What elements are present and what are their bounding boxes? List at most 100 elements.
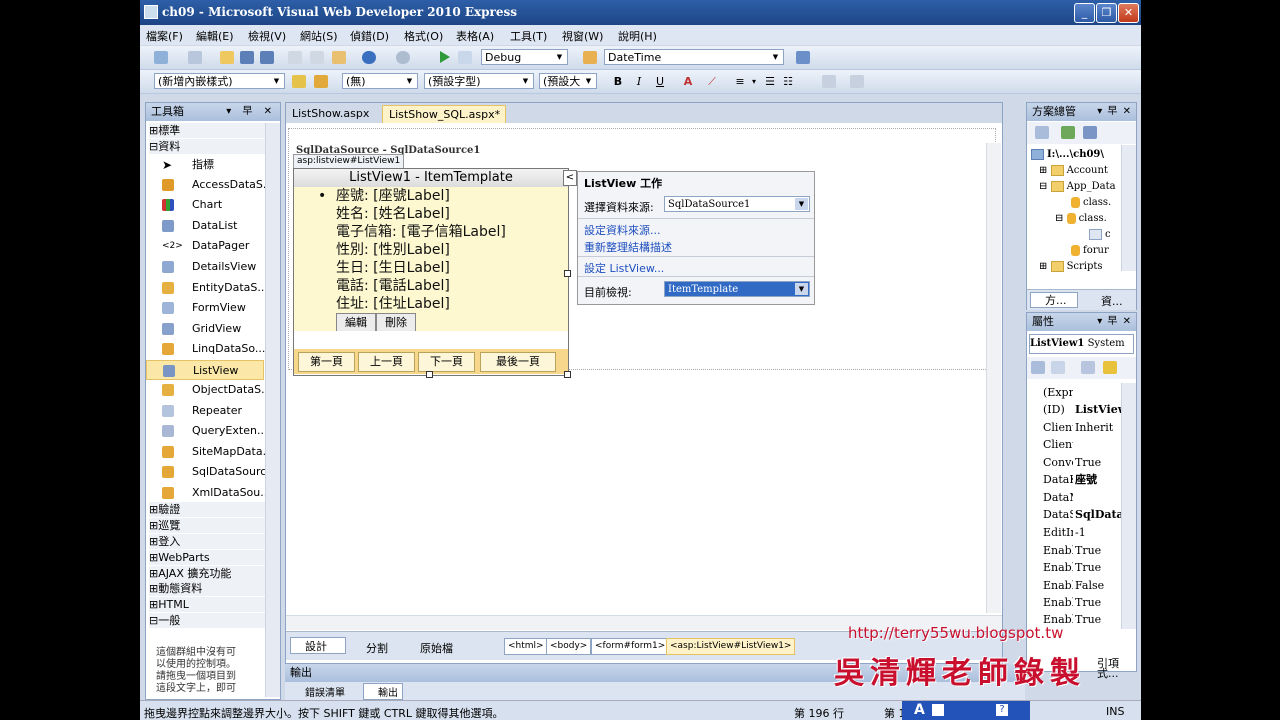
find-combo[interactable]: DateTime ▼ (604, 49, 784, 65)
toolbox-item-datapager[interactable]: <2> DataPager (146, 236, 264, 256)
start-debug-icon[interactable] (440, 51, 450, 63)
ime-help-icon[interactable]: ? (996, 704, 1008, 716)
properties-object-select[interactable]: ListView1 System (1029, 334, 1134, 354)
crumb-form[interactable]: <form#form1> (591, 638, 670, 655)
font-select[interactable]: (預設字型) ▼ (424, 73, 534, 89)
tree-scripts[interactable]: ⊞ Scripts (1039, 259, 1103, 275)
toolbox-item-detailsview[interactable]: DetailsView (146, 257, 264, 277)
properties-pin-buttons[interactable]: ▾ 早 ✕ (1097, 313, 1132, 331)
build-icon[interactable] (458, 51, 472, 64)
toolbox-item-chart[interactable]: Chart (146, 195, 264, 215)
delete-button[interactable]: 刪除 (376, 313, 416, 332)
cut-icon[interactable] (288, 51, 302, 64)
menu-debug[interactable]: 偵錯(D) (350, 28, 389, 44)
toolbox-item-accessdatasource[interactable]: AccessDataS... (146, 175, 273, 195)
prop-row-3[interactable]: Client (1043, 436, 1121, 453)
solution-config-select[interactable]: Debug ▼ (481, 49, 568, 65)
prop-row-8[interactable]: EditIn-1 (1043, 524, 1121, 541)
tree-forum[interactable]: forur (1071, 243, 1109, 259)
tab-listshow[interactable]: ListShow.aspx (286, 105, 378, 123)
resize-handle-bottom[interactable] (426, 371, 433, 378)
properties-header[interactable]: 屬性 ▾ 早 ✕ (1027, 313, 1136, 331)
tree-app-data[interactable]: ⊟ App_Data (1039, 179, 1116, 195)
toolbox-item-linqdatasource[interactable]: LinqDataSo... (146, 339, 265, 359)
menu-file[interactable]: 檔案(F) (146, 28, 183, 44)
toolbox-group-standard[interactable]: ⊞標準 (149, 123, 267, 138)
bold-button[interactable]: B (610, 74, 626, 89)
prop-row-12[interactable]: Enabl True (1043, 594, 1121, 611)
ime-toolbar[interactable]: A ? (902, 701, 1030, 720)
align-dropdown[interactable]: ▾ (746, 74, 762, 89)
menu-website[interactable]: 網站(S) (300, 28, 338, 44)
prop-row-7[interactable]: DataSSqlData (1043, 506, 1121, 523)
properties-scrollbar[interactable] (1121, 383, 1136, 629)
save-all-icon[interactable] (260, 51, 274, 64)
find-in-files-icon[interactable] (583, 51, 597, 64)
toolbox-group-webparts[interactable]: ⊞WebParts (149, 550, 267, 565)
pager-prev-button[interactable]: 上一頁 (358, 352, 415, 372)
new-project-icon[interactable] (154, 51, 168, 64)
attach-style-icon[interactable] (314, 75, 328, 88)
prop-row-11[interactable]: Enabl False (1043, 577, 1121, 594)
bullet-list-icon[interactable]: ☰ (762, 74, 778, 89)
block-format-select[interactable]: (無) ▼ (342, 73, 418, 89)
solution-pin-buttons[interactable]: ▾ 早 ✕ (1097, 103, 1132, 121)
foreground-color-icon[interactable]: A (680, 74, 696, 89)
prop-row-1[interactable]: (ID) ListView (1043, 401, 1121, 418)
ime-mode-icon[interactable]: A (914, 702, 925, 718)
events-icon[interactable] (1103, 361, 1117, 374)
split-view-tab[interactable]: 分割 (352, 640, 388, 656)
toolbox-item-formview[interactable]: FormView (146, 298, 264, 318)
toolbox-group-login[interactable]: ⊞登入 (149, 534, 267, 549)
tab-listshow-sql[interactable]: ListShow_SQL.aspx* ✕ (382, 105, 506, 138)
tree-project[interactable]: I:\...\ch09\ (1031, 147, 1104, 163)
properties-icon[interactable] (1035, 126, 1049, 139)
toolbox-pin-buttons[interactable]: ▾ 早 ✕ (226, 103, 276, 121)
solution-explorer-icon[interactable] (796, 51, 810, 64)
crumb-html[interactable]: <html> (504, 638, 548, 655)
smart-tag-button[interactable]: < (563, 170, 577, 186)
pager-next-button[interactable]: 下一頁 (418, 352, 475, 372)
prop-row-10[interactable]: Enabl True (1043, 559, 1121, 576)
menu-edit[interactable]: 編輯(E) (196, 28, 234, 44)
toolbox-item-sqldatasource[interactable]: SqlDataSource (146, 462, 273, 482)
toolbox-item-xmldatasource[interactable]: XmlDataSou... (146, 483, 271, 503)
source-view-tab[interactable]: 原始檔 (406, 640, 453, 656)
output-tab[interactable]: 輸出 (363, 683, 403, 700)
insert-image-icon[interactable] (850, 75, 864, 88)
toolbox-item-gridview[interactable]: GridView (146, 319, 264, 339)
crumb-body[interactable]: <body> (546, 638, 592, 655)
nest-icon[interactable] (1083, 126, 1097, 139)
menu-format[interactable]: 格式(O) (404, 28, 443, 44)
toolbox-item-objectdatasource[interactable]: ObjectDataS... (146, 380, 272, 400)
toolbox-group-general[interactable]: ⊟一般 (149, 613, 267, 628)
insert-table-icon[interactable] (822, 75, 836, 88)
error-list-tab[interactable]: 錯誤清單 (291, 684, 345, 699)
new-style-icon[interactable] (292, 75, 306, 88)
font-size-select[interactable]: (預設大 ▼ (539, 73, 597, 89)
style-select[interactable]: (新增內嵌樣式) ▼ (154, 73, 285, 89)
prop-row-6[interactable]: DataM (1043, 489, 1121, 506)
maximize-button[interactable]: ❐ (1096, 3, 1117, 23)
design-view-tab[interactable]: 設計 (290, 637, 346, 654)
redo-icon[interactable] (396, 51, 410, 64)
tasks-source-select[interactable]: SqlDataSource1 ▼ (664, 196, 810, 212)
open-icon[interactable] (220, 51, 234, 64)
prop-row-4[interactable]: ConveTrue (1043, 454, 1121, 471)
close-button[interactable]: ✕ (1118, 3, 1139, 23)
ime-shape-icon[interactable] (932, 704, 944, 716)
paste-icon[interactable] (332, 51, 346, 64)
menu-table[interactable]: 表格(A) (456, 28, 494, 44)
tree-class-2[interactable]: ⊟ class. (1055, 211, 1107, 227)
solution-scrollbar[interactable] (1121, 145, 1136, 271)
menu-window[interactable]: 視窗(W) (562, 28, 603, 44)
tasks-view-select[interactable]: ItemTemplate ▼ (664, 281, 810, 297)
prop-row-9[interactable]: Enabl True (1043, 542, 1121, 559)
toolbox-item-pointer[interactable]: ➤ 指標 (146, 155, 264, 175)
prop-row-5[interactable]: DataK座號 (1043, 471, 1121, 488)
undo-icon[interactable] (362, 51, 376, 64)
alphabetical-icon[interactable] (1051, 361, 1065, 374)
refresh-schema-link[interactable]: 重新整理結構描述 (584, 239, 672, 255)
underline-button[interactable]: U (652, 74, 668, 89)
prop-row-2[interactable]: ClientInherit (1043, 419, 1121, 436)
